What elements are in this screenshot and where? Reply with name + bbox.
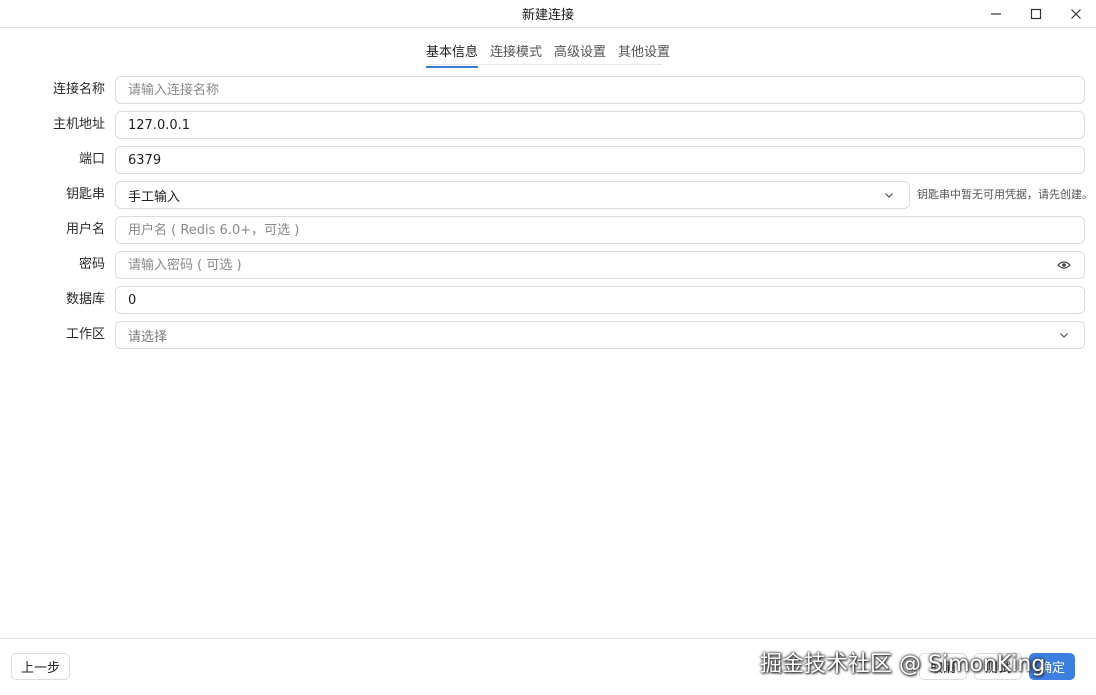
name-field[interactable] — [115, 76, 1085, 104]
username-label: 用户名 — [65, 222, 105, 237]
eye-icon[interactable] — [1056, 257, 1072, 273]
test-button[interactable]: 测试 — [974, 653, 1022, 680]
password-label: 密码 — [78, 257, 105, 272]
close-icon — [1071, 9, 1081, 19]
host-label: 主机地址 — [52, 117, 105, 132]
form-row-username: 用户名 — [0, 216, 1096, 244]
title-bar: 新建连接 — [0, 0, 1096, 28]
window-controls — [976, 0, 1096, 28]
chevron-down-icon — [1056, 327, 1072, 343]
close-button[interactable] — [1056, 0, 1096, 28]
keychain-hint: 钥匙串中暂无可用凭据，请先创建。 — [917, 188, 1093, 201]
port-field[interactable]: 6379 — [115, 146, 1085, 174]
minimize-button[interactable] — [976, 0, 1016, 28]
cancel-button[interactable]: 取消 — [919, 653, 967, 680]
maximize-button[interactable] — [1016, 0, 1056, 28]
database-value[interactable]: 0 — [128, 293, 1072, 308]
ok-button[interactable]: 确定 — [1029, 653, 1075, 680]
form-row-name: 连接名称 — [0, 76, 1096, 104]
password-input[interactable] — [128, 257, 1056, 273]
window-title: 新建连接 — [521, 8, 574, 23]
form-row-workspace: 工作区 请选择 — [0, 321, 1096, 349]
keychain-selected: 手工输入 — [128, 189, 181, 205]
prev-step-button[interactable]: 上一步 — [11, 653, 70, 680]
name-input[interactable] — [128, 82, 1072, 98]
host-field[interactable]: 127.0.0.1 — [115, 111, 1085, 139]
keychain-label: 钥匙串 — [65, 187, 105, 202]
maximize-icon — [1030, 8, 1042, 20]
tab-underline-divider — [428, 64, 662, 65]
name-label: 连接名称 — [52, 82, 105, 97]
database-label: 数据库 — [65, 292, 105, 307]
form-row-database: 数据库 0 — [0, 286, 1096, 314]
username-field[interactable] — [115, 216, 1085, 244]
form-row-password: 密码 — [0, 251, 1096, 279]
database-field[interactable]: 0 — [115, 286, 1085, 314]
port-value[interactable]: 6379 — [128, 153, 1072, 168]
dialog-footer: 上一步 取消 测试 确定 — [0, 638, 1096, 695]
port-label: 端口 — [78, 152, 105, 167]
form-row-keychain: 钥匙串 手工输入 钥匙串中暂无可用凭据，请先创建。 — [0, 181, 1096, 209]
workspace-label: 工作区 — [65, 327, 105, 342]
host-value[interactable]: 127.0.0.1 — [128, 118, 1072, 133]
workspace-placeholder: 请选择 — [128, 329, 168, 345]
keychain-select[interactable]: 手工输入 — [115, 181, 910, 209]
workspace-select[interactable]: 请选择 — [115, 321, 1085, 349]
password-field[interactable] — [115, 251, 1085, 279]
form-row-host: 主机地址 127.0.0.1 — [0, 111, 1096, 139]
chevron-down-icon — [881, 187, 897, 203]
form-row-port: 端口 6379 — [0, 146, 1096, 174]
username-input[interactable] — [128, 222, 1072, 238]
minimize-icon — [991, 13, 1001, 15]
